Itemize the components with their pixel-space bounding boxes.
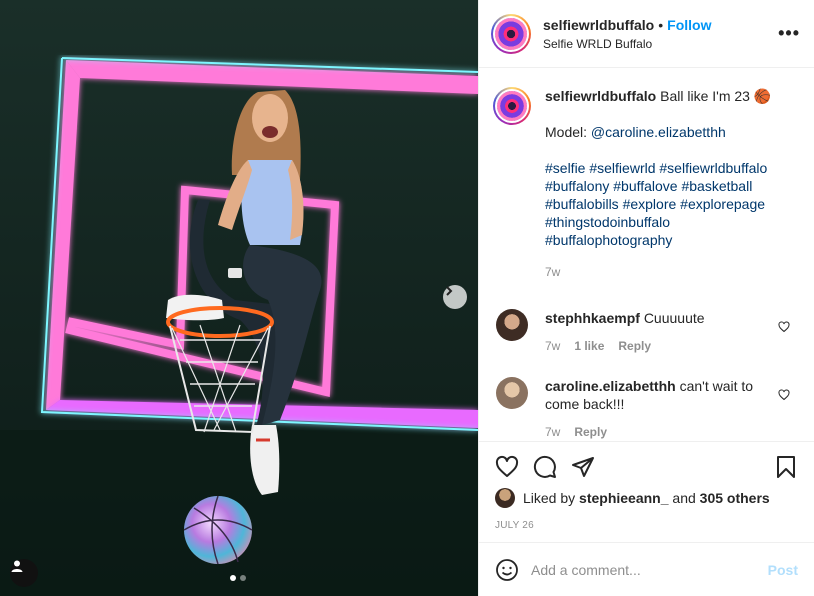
like-heart-icon[interactable] <box>495 455 519 479</box>
comment-text: Cuuuuute <box>643 310 705 326</box>
comment-input[interactable] <box>531 561 768 578</box>
comment-likes[interactable]: 1 like <box>574 337 604 355</box>
photo-illustration <box>0 0 478 596</box>
post-header: selfiewrldbuffalo • Follow Selfie WRLD B… <box>479 0 814 68</box>
comment-time[interactable]: 7w <box>545 337 560 355</box>
hashtag-line[interactable]: #buffalophotography <box>545 231 771 249</box>
likes-middle: and <box>672 490 696 506</box>
comment-like-heart-icon[interactable] <box>778 321 790 333</box>
user-tag-icon <box>11 560 23 572</box>
caption-mention-link[interactable]: @caroline.elizabetthh <box>591 124 726 140</box>
hashtag-line[interactable]: #buffalony #buffalove #basketball <box>545 177 771 195</box>
caption-avatar[interactable] <box>493 87 531 125</box>
reply-button[interactable]: Reply <box>574 423 607 441</box>
comment-time[interactable]: 7w <box>545 423 560 441</box>
carousel-dot-2 <box>240 575 246 581</box>
comment-username[interactable]: caroline.elizabetthh <box>545 378 676 394</box>
comment-username[interactable]: stephhkaempf <box>545 310 640 326</box>
commenter-avatar[interactable] <box>496 309 528 341</box>
header-username[interactable]: selfiewrldbuffalo <box>543 17 654 33</box>
post-photo[interactable] <box>0 0 478 596</box>
post-date[interactable]: JULY 26 <box>495 520 798 531</box>
comments-section[interactable]: selfiewrldbuffalo Ball like I'm 23 🏀 Mod… <box>479 69 814 441</box>
more-options-button[interactable]: ••• <box>778 23 800 44</box>
save-bookmark-icon[interactable] <box>774 455 798 479</box>
follow-button[interactable]: Follow <box>667 17 711 33</box>
chevron-right-icon <box>446 286 453 296</box>
header-separator: • <box>658 16 664 33</box>
account-logo-image <box>495 17 527 50</box>
hashtag-line[interactable]: #selfie #selfiewrld #selfiewrldbuffalo <box>545 159 771 177</box>
post-comment-button[interactable]: Post <box>768 562 798 578</box>
carousel-indicator <box>230 575 246 581</box>
comment-item: caroline.elizabetthh can't wait to come … <box>493 377 798 441</box>
likes-summary: Liked by stephieeann_ and 305 others <box>495 488 798 508</box>
liker-username[interactable]: stephieeann_ <box>579 490 668 506</box>
comment-bubble-icon[interactable] <box>533 455 557 479</box>
carousel-next-button[interactable] <box>443 285 467 309</box>
carousel-dot-1 <box>230 575 236 581</box>
caption: selfiewrldbuffalo Ball like I'm 23 🏀 Mod… <box>493 87 798 281</box>
liker-avatar[interactable] <box>495 488 515 508</box>
reply-button[interactable]: Reply <box>618 337 651 355</box>
caption-username[interactable]: selfiewrldbuffalo <box>545 88 656 104</box>
tagged-users-button[interactable] <box>10 559 38 587</box>
likes-others-link[interactable]: 305 others <box>700 490 770 506</box>
share-paper-plane-icon[interactable] <box>571 455 595 479</box>
account-avatar[interactable] <box>491 13 531 54</box>
post-actions: Liked by stephieeann_ and 305 others JUL… <box>479 441 814 531</box>
hashtag-line[interactable]: #buffalobills #explore #explorepage <box>545 195 771 213</box>
holographic-basketball <box>183 495 253 565</box>
comment-like-heart-icon[interactable] <box>778 389 790 401</box>
add-comment-bar: Post <box>479 542 814 596</box>
hashtag-line[interactable]: #thingstodoinbuffalo <box>545 213 771 231</box>
caption-time[interactable]: 7w <box>545 263 560 281</box>
location-link[interactable]: Selfie WRLD Buffalo <box>543 37 778 51</box>
likes-prefix: Liked by <box>523 490 576 506</box>
commenter-avatar[interactable] <box>496 377 528 409</box>
emoji-smiley-icon[interactable] <box>495 558 519 582</box>
post-side-panel: selfiewrldbuffalo • Follow Selfie WRLD B… <box>478 0 814 596</box>
caption-text: Ball like I'm 23 🏀 <box>660 88 772 104</box>
comment-item: stephhkaempf Cuuuuute 7w 1 like Reply <box>493 309 798 355</box>
caption-model-prefix: Model: <box>545 124 588 140</box>
instagram-post: selfiewrldbuffalo • Follow Selfie WRLD B… <box>0 0 814 596</box>
caption-logo-image <box>497 91 527 121</box>
